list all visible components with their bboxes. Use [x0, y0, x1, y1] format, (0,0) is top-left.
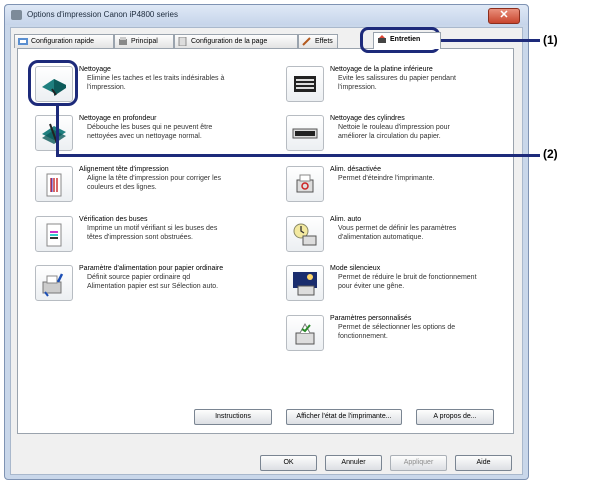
item-description: Evite les salissures du papier pendant l… — [338, 75, 456, 91]
item-name: Nettoyage des cylindres — [330, 115, 405, 122]
tab-page-setup[interactable]: Configuration de la page — [174, 34, 298, 48]
item-description: Elimine les taches et les traits indésir… — [87, 75, 225, 91]
instructions-button[interactable]: Instructions — [194, 409, 272, 425]
item-name: Nettoyage de la platine inférieure — [330, 66, 433, 73]
roller-cleaning-button[interactable] — [286, 115, 324, 151]
close-button[interactable]: ✕ — [488, 8, 520, 24]
nozzle-check-icon — [46, 223, 62, 247]
item-name: Alim. désactivée — [330, 166, 381, 173]
paper-feed-button[interactable] — [35, 265, 73, 301]
callout-line-2-vertical — [56, 106, 59, 156]
roller-cleaning-icon — [292, 128, 318, 139]
item-name: Alignement tête d'impression — [79, 166, 169, 173]
auto-power-button[interactable] — [286, 216, 324, 252]
item-name: Paramètres personnalisés — [330, 315, 412, 322]
power-off-icon — [296, 174, 314, 193]
printer-app-icon — [11, 10, 22, 20]
item-name: Paramètre d'alimentation pour papier ord… — [79, 265, 224, 272]
deep-cleaning-button[interactable] — [35, 115, 73, 151]
item-description: Vous permet de définir les paramètres d'… — [338, 225, 457, 241]
item-description: Permet d'éteindre l'imprimante. — [338, 175, 435, 182]
tab-label: Configuration de la page — [191, 38, 268, 45]
window-title: Options d'impression Canon iP4800 series — [27, 10, 178, 19]
item-name: Alim. auto — [330, 216, 362, 223]
quiet-mode-button[interactable] — [286, 265, 324, 301]
tab-effects[interactable]: Effets — [298, 34, 338, 48]
page-setup-icon — [178, 37, 187, 46]
custom-settings-icon — [295, 322, 315, 345]
ok-button[interactable]: OK — [260, 455, 317, 471]
cancel-button[interactable]: Annuler — [325, 455, 382, 471]
title-bar: Options d'impression Canon iP4800 series… — [5, 5, 528, 25]
item-name: Nettoyage en profondeur — [79, 115, 157, 122]
tab-label: Principal — [131, 38, 158, 45]
head-alignment-button[interactable] — [35, 166, 73, 202]
item-description: Nettoie le rouleau d'impression pour amé… — [338, 124, 450, 140]
power-off-button[interactable] — [286, 166, 324, 202]
item-description: Définit source papier ordinaire qd Alime… — [87, 274, 219, 290]
printer-options-window: Options d'impression Canon iP4800 series… — [4, 4, 529, 480]
help-button[interactable]: Aide — [455, 455, 512, 471]
callout-cleaning-button — [28, 60, 78, 106]
item-description: Aligne la tête d'impression pour corrige… — [87, 175, 222, 191]
head-alignment-icon — [46, 173, 62, 197]
item-description: Permet de réduire le bruit de fonctionne… — [338, 274, 477, 290]
paper-feed-icon — [42, 273, 64, 297]
deep-cleaning-icon — [42, 123, 66, 147]
item-description: Débouche les buses qui ne peuvent être n… — [87, 124, 213, 140]
item-name: Mode silencieux — [330, 265, 381, 272]
tab-main[interactable]: Principal — [114, 34, 174, 48]
callout-label-2: (2) — [543, 147, 558, 161]
dialog-client-area: Configuration rapide Principal Configura… — [10, 27, 523, 475]
effects-icon — [302, 37, 311, 46]
quick-setup-icon — [18, 38, 28, 45]
bottom-plate-cleaning-button[interactable] — [286, 66, 324, 102]
item-name: Vérification des buses — [79, 216, 148, 223]
callout-line-2-horizontal — [56, 154, 540, 157]
tab-quick-setup[interactable]: Configuration rapide — [14, 34, 114, 48]
about-button[interactable]: A propos de... — [416, 409, 494, 425]
nozzle-check-button[interactable] — [35, 216, 73, 252]
bottom-plate-cleaning-icon — [294, 76, 316, 92]
item-name: Nettoyage — [79, 66, 111, 73]
quiet-mode-icon — [293, 272, 317, 296]
auto-power-icon — [293, 223, 317, 246]
tab-maintenance[interactable]: Entretien — [373, 32, 441, 49]
callout-label-1: (1) — [543, 33, 558, 47]
apply-button[interactable]: Appliquer — [390, 455, 447, 471]
maintenance-panel: Nettoyage Elimine les taches et les trai… — [17, 48, 514, 434]
custom-settings-button[interactable] — [286, 315, 324, 351]
tab-label: Configuration rapide — [31, 38, 95, 45]
tab-label: Entretien — [390, 36, 421, 43]
tab-label: Effets — [315, 38, 333, 45]
item-description: Permet de sélectionner les options de fo… — [338, 324, 456, 340]
callout-line-1 — [440, 39, 540, 42]
main-icon — [119, 37, 127, 45]
printer-status-button[interactable]: Afficher l'état de l'imprimante... — [286, 409, 402, 425]
maintenance-icon — [378, 35, 386, 43]
item-description: Imprime un motif vérifiant si les buses … — [87, 225, 218, 241]
